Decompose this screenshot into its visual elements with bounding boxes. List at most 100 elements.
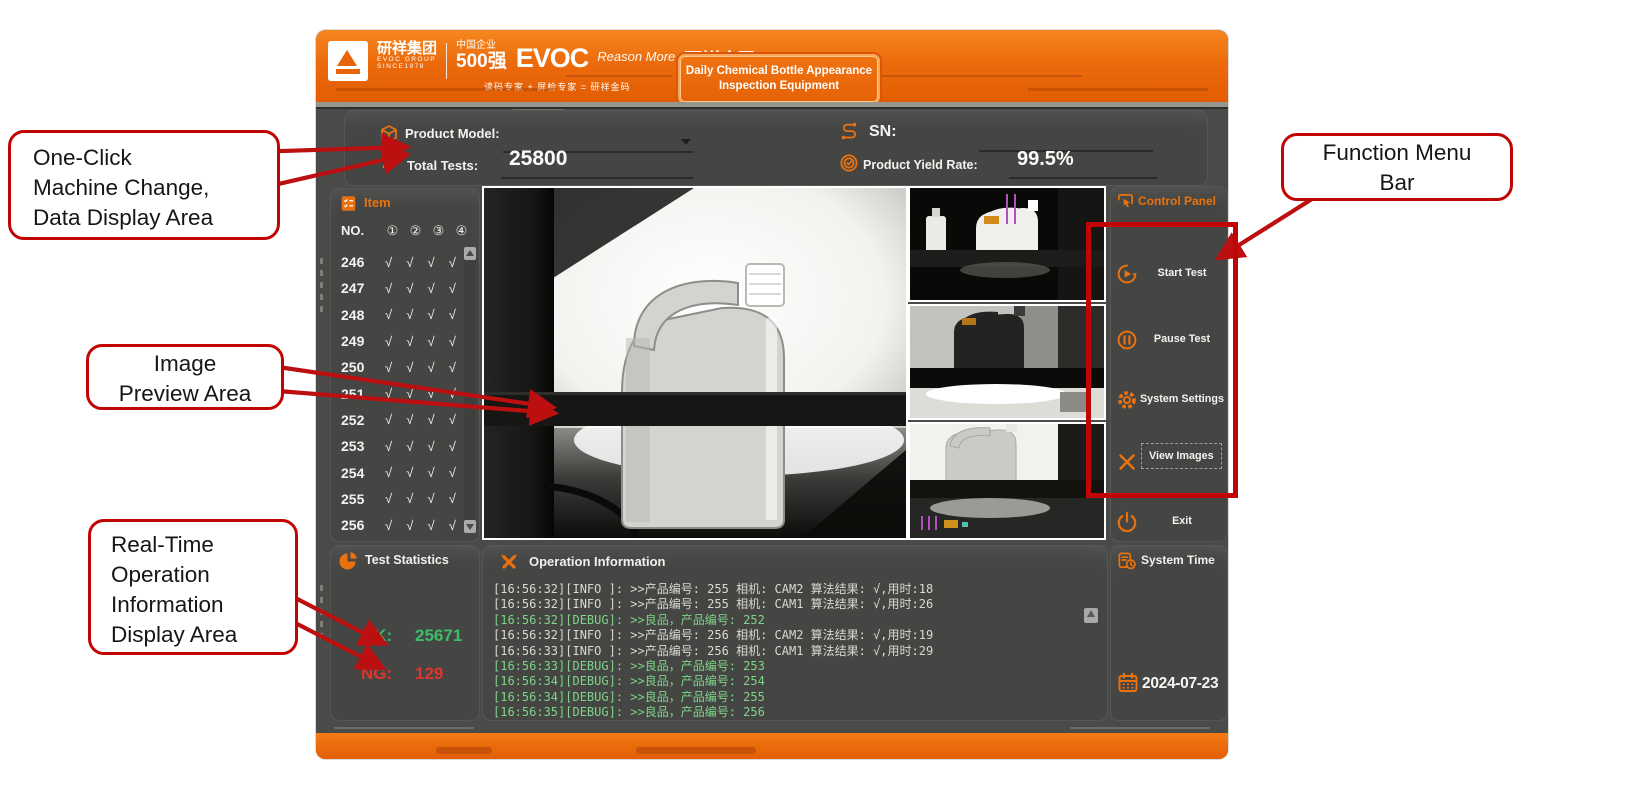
header-deco (336, 88, 556, 91)
table-row[interactable]: 246√√√√ (335, 249, 463, 275)
chevron-down-icon[interactable] (681, 139, 691, 145)
yield-rate-label: Product Yield Rate: (863, 158, 978, 172)
callout-realtime-operation-info-area: Real-Time Operation Information Display … (88, 519, 298, 655)
header-deco (1028, 88, 1208, 91)
thumbnail-1[interactable] (908, 186, 1106, 302)
plaque-wing-right (882, 75, 1082, 77)
check-mark: √ (399, 465, 420, 480)
logo-slogan: 读码专家 + 屏检专家 = 研祥金码 (484, 80, 631, 93)
check-mark: √ (378, 334, 399, 349)
scroll-down-button[interactable] (464, 520, 476, 533)
row-number: 247 (335, 280, 378, 296)
app-title-plaque: Daily Chemical Bottle Appearance Inspect… (678, 54, 880, 104)
check-mark: √ (399, 334, 420, 349)
callout-line: Preview Area (89, 379, 281, 409)
thumbnail-3[interactable] (908, 422, 1106, 540)
check-mark: √ (442, 465, 463, 480)
arrow-up-icon (1087, 610, 1095, 617)
table-row[interactable]: 248√√√√ (335, 302, 463, 328)
table-row[interactable]: 250√√√√ (335, 354, 463, 380)
power-icon (1116, 511, 1138, 533)
operation-information-title: Operation Information (529, 554, 666, 569)
table-row[interactable]: 251√√√√ (335, 380, 463, 406)
check-mark: √ (420, 255, 441, 270)
log-area[interactable]: [16:56:32][INFO ]: >>产品编号: 255 相机: CAM2 … (493, 582, 1081, 721)
evoc-group-logo-icon (328, 41, 368, 81)
check-mark: √ (442, 281, 463, 296)
check-mark: √ (420, 307, 441, 322)
log-line: [16:56:32][INFO ]: >>产品编号: 255 相机: CAM2 … (493, 582, 1081, 597)
check-mark: √ (442, 518, 463, 533)
check-mark: √ (442, 386, 463, 401)
col-no: NO. (335, 223, 381, 239)
cn500-big: 500强 (456, 52, 507, 72)
sn-icon (839, 122, 859, 142)
ok-value: 25671 (415, 626, 462, 646)
exit-button[interactable]: Exit (1111, 509, 1227, 539)
system-time-icon (1117, 551, 1136, 570)
table-row[interactable]: 254√√√√ (335, 459, 463, 485)
total-tests-underline (501, 177, 693, 179)
item-scrollbar[interactable] (464, 247, 476, 533)
col-4: ④ (450, 223, 473, 239)
check-mark: √ (442, 255, 463, 270)
check-mark: √ (399, 307, 420, 322)
frame-line (1070, 727, 1210, 729)
screenshot-canvas: 研祥集团 EVOC GROUP SINCE1978 中国企业 500强 EVOC… (0, 0, 1651, 809)
table-row[interactable]: 247√√√√ (335, 275, 463, 301)
callout-image-preview-area: Image Preview Area (86, 344, 284, 410)
row-number: 254 (335, 465, 378, 481)
exit-label: Exit (1139, 515, 1225, 527)
thumbnail-2[interactable] (908, 304, 1106, 420)
check-mark: √ (420, 491, 441, 506)
row-number: 253 (335, 438, 378, 454)
row-number: 250 (335, 359, 378, 375)
control-panel-icon (1116, 192, 1135, 211)
table-row[interactable]: 252√√√√ (335, 407, 463, 433)
check-mark: √ (399, 255, 420, 270)
table-row[interactable]: 256√√√√ (335, 512, 463, 538)
row-number: 255 (335, 491, 378, 507)
app-footer (316, 733, 1228, 759)
check-mark: √ (420, 518, 441, 533)
sn-label: SN: (869, 123, 897, 141)
check-mark: √ (378, 281, 399, 296)
log-scroll-up-button[interactable] (1084, 608, 1098, 623)
scroll-up-button[interactable] (464, 247, 476, 260)
callout-line: Machine Change, (33, 173, 277, 203)
check-mark: √ (420, 465, 441, 480)
item-table-header: NO. ① ② ③ ④ (335, 223, 473, 239)
group-since: SINCE1978 (377, 64, 437, 71)
check-mark: √ (378, 360, 399, 375)
frame-strip (316, 107, 1228, 109)
footer-deco (636, 747, 756, 754)
check-mark: √ (442, 307, 463, 322)
col-3: ③ (427, 223, 450, 239)
test-statistics-title: Test Statistics (365, 553, 449, 567)
check-mark: √ (378, 491, 399, 506)
pie-chart-icon (339, 551, 358, 570)
row-number: 246 (335, 254, 378, 270)
total-tests-icon: Σ (382, 153, 393, 172)
frame-ticks (320, 585, 323, 641)
main-preview-image (482, 186, 908, 540)
check-mark: √ (442, 439, 463, 454)
control-panel-title: Control Panel (1138, 194, 1216, 208)
check-mark: √ (442, 334, 463, 349)
check-mark: √ (399, 360, 420, 375)
callout-line: Bar (1284, 168, 1510, 198)
app-header: 研祥集团 EVOC GROUP SINCE1978 中国企业 500强 EVOC… (316, 30, 1228, 102)
check-mark: √ (420, 412, 441, 427)
callout-line: One-Click (33, 143, 277, 173)
check-mark: √ (399, 439, 420, 454)
plaque-wing-left (566, 75, 672, 77)
table-row[interactable]: 255√√√√ (335, 486, 463, 512)
table-row[interactable]: 249√√√√ (335, 328, 463, 354)
check-mark: √ (378, 518, 399, 533)
yield-rate-icon (839, 153, 859, 173)
ok-label: OK: (361, 626, 392, 646)
callout-line: Information (111, 590, 295, 620)
test-statistics-panel: Test Statistics OK: 25671 NG: 129 (330, 545, 480, 721)
footer-deco (436, 747, 492, 754)
table-row[interactable]: 253√√√√ (335, 433, 463, 459)
